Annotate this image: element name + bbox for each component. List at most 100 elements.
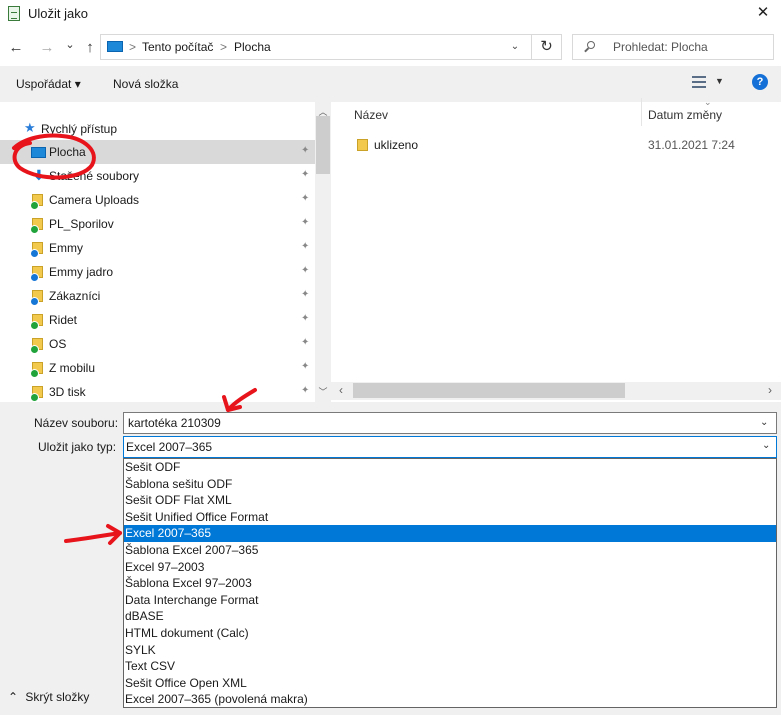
search-icon — [587, 41, 595, 49]
pin-icon: ✦ — [301, 337, 310, 348]
folder-icon — [30, 338, 43, 354]
pin-icon: ✦ — [301, 217, 310, 228]
organize-button[interactable]: Uspořádat ▾ — [16, 77, 81, 91]
sidebar-item-downloads[interactable]: ⬇ Stažené soubory ✦ — [0, 164, 315, 188]
file-name[interactable]: uklizeno — [374, 138, 418, 152]
filetype-option[interactable]: Excel 2007–365 (povolená makra) — [124, 691, 776, 708]
star-icon: ★ — [24, 120, 36, 135]
chevron-up-icon: ⌃ — [8, 690, 19, 704]
filetype-option[interactable]: Text CSV — [124, 658, 776, 675]
filetype-option[interactable]: Sešit ODF Flat XML — [124, 492, 776, 509]
filetype-label: Uložit jako typ: — [38, 440, 117, 454]
sidebar-item-label: 3D tisk — [49, 385, 86, 399]
nav-pane-scroll-thumb[interactable] — [316, 116, 330, 174]
download-icon: ⬇ — [33, 167, 45, 183]
filetype-option[interactable]: Excel 97–2003 — [124, 559, 776, 576]
filetype-option[interactable]: Data Interchange Format — [124, 592, 776, 609]
scroll-left-arrow[interactable]: ‹ — [339, 383, 343, 397]
filename-input[interactable]: kartotéka 210309 — [123, 412, 777, 434]
new-folder-button[interactable]: Nová složka — [113, 77, 178, 91]
sidebar-item-zakaznici[interactable]: Zákazníci ✦ — [0, 284, 315, 308]
sidebar-item-label: Plocha — [49, 145, 86, 159]
sort-chevron-icon: ⌄ — [704, 97, 712, 107]
spreadsheet-app-icon — [8, 6, 20, 21]
filetype-option[interactable]: Šablona Excel 97–2003 — [124, 575, 776, 592]
quick-access-label: Rychlý přístup — [41, 122, 118, 136]
recent-locations-button[interactable]: ⌄ — [60, 35, 80, 55]
folder-icon — [30, 386, 43, 402]
filetype-option[interactable]: Sešit Unified Office Format — [124, 509, 776, 526]
sidebar-item-3d-tisk[interactable]: 3D tisk ✦ — [0, 380, 315, 402]
filetype-option[interactable]: Šablona Excel 2007–365 — [124, 542, 776, 559]
chevron-down-icon[interactable]: ⌄ — [762, 440, 770, 451]
sidebar-item-ridet[interactable]: Ridet ✦ — [0, 308, 315, 332]
folder-icon — [30, 362, 43, 378]
hide-folders-button[interactable]: ⌃ Skrýt složky — [8, 690, 89, 704]
pin-icon: ✦ — [301, 313, 310, 324]
breadcrumb-this-pc[interactable]: Tento počítač — [142, 40, 213, 54]
scroll-down-arrow[interactable]: ﹀ — [315, 385, 331, 398]
pin-icon: ✦ — [301, 361, 310, 372]
view-dropdown-arrow[interactable]: ▼ — [715, 76, 724, 86]
column-divider[interactable] — [641, 98, 642, 126]
sidebar-item-label: PL_Sporilov — [49, 217, 114, 231]
quick-access-item[interactable]: ★ Rychlý přístup — [0, 118, 315, 140]
title-bar: Uložit jako ✕ — [0, 0, 781, 28]
sidebar-item-camera-uploads[interactable]: Camera Uploads ✦ — [0, 188, 315, 212]
folder-icon — [30, 194, 43, 210]
pin-icon: ✦ — [301, 289, 310, 300]
chevron-down-icon[interactable]: ⌄ — [760, 417, 768, 428]
toolbar: Uspořádat ▾ Nová složka ▼ ? — [0, 66, 781, 102]
folder-icon — [30, 266, 43, 282]
address-bar[interactable]: > Tento počítač > Plocha ⌄ — [100, 34, 532, 60]
breadcrumb-desktop[interactable]: Plocha — [234, 40, 271, 54]
window-title: Uložit jako — [28, 6, 88, 21]
sidebar-item-emmy-jadro[interactable]: Emmy jadro ✦ — [0, 260, 315, 284]
filetype-dropdown-list: Sešit ODF Šablona sešitu ODF Sešit ODF F… — [123, 458, 777, 708]
forward-button[interactable]: → — [37, 38, 57, 58]
pin-icon: ✦ — [301, 265, 310, 276]
folder-icon — [30, 218, 43, 234]
sidebar-item-os[interactable]: OS ✦ — [0, 332, 315, 356]
pin-icon: ✦ — [301, 145, 310, 156]
scroll-right-arrow[interactable]: › — [768, 383, 772, 397]
breadcrumb-separator: > — [220, 40, 228, 54]
refresh-button[interactable]: ↻ — [532, 34, 562, 60]
filetype-option[interactable]: Šablona sešitu ODF — [124, 476, 776, 493]
filetype-option[interactable]: Sešit Office Open XML — [124, 675, 776, 692]
sidebar-item-label: Emmy jadro — [49, 265, 114, 279]
navigation-pane: ★ Rychlý přístup Plocha ✦ ⬇ Stažené soub… — [0, 102, 331, 402]
sidebar-item-label: Z mobilu — [49, 361, 96, 375]
search-placeholder: Prohledat: Plocha — [613, 40, 708, 54]
sidebar-item-label: Stažené soubory — [49, 169, 140, 183]
folder-icon — [357, 139, 368, 151]
column-header-name[interactable]: Název — [354, 108, 388, 122]
sidebar-item-label: OS — [49, 337, 67, 351]
breadcrumb-separator: > — [129, 40, 137, 54]
desktop-icon — [107, 41, 123, 52]
sidebar-item-z-mobilu[interactable]: Z mobilu ✦ — [0, 356, 315, 380]
filetype-option[interactable]: SYLK — [124, 642, 776, 659]
filetype-option-selected[interactable]: Excel 2007–365 — [124, 525, 776, 542]
filetype-option[interactable]: Sešit ODF — [124, 459, 776, 476]
column-header-date[interactable]: Datum změny — [648, 108, 722, 122]
search-input[interactable]: Prohledat: Plocha — [572, 34, 774, 60]
sidebar-item-desktop[interactable]: Plocha ✦ — [0, 140, 315, 164]
filetype-select[interactable]: Excel 2007–365 — [123, 436, 777, 458]
chevron-down-icon[interactable]: ⌄ — [505, 38, 525, 56]
view-options-icon[interactable] — [692, 75, 706, 89]
sidebar-item-label: Ridet — [49, 313, 78, 327]
sidebar-item-emmy[interactable]: Emmy ✦ — [0, 236, 315, 260]
back-button[interactable]: ← — [6, 38, 26, 58]
sidebar-item-pl-sporilov[interactable]: PL_Sporilov ✦ — [0, 212, 315, 236]
pin-icon: ✦ — [301, 241, 310, 252]
file-date: 31.01.2021 7:24 — [648, 138, 735, 152]
filetype-option[interactable]: HTML dokument (Calc) — [124, 625, 776, 642]
pin-icon: ✦ — [301, 193, 310, 204]
filename-label: Název souboru: — [34, 416, 119, 430]
horizontal-scroll-thumb[interactable] — [353, 383, 625, 398]
filetype-option[interactable]: dBASE — [124, 608, 776, 625]
up-button[interactable]: ↑ — [80, 38, 100, 58]
help-button[interactable]: ? — [752, 74, 768, 90]
close-button[interactable]: ✕ — [745, 0, 781, 28]
